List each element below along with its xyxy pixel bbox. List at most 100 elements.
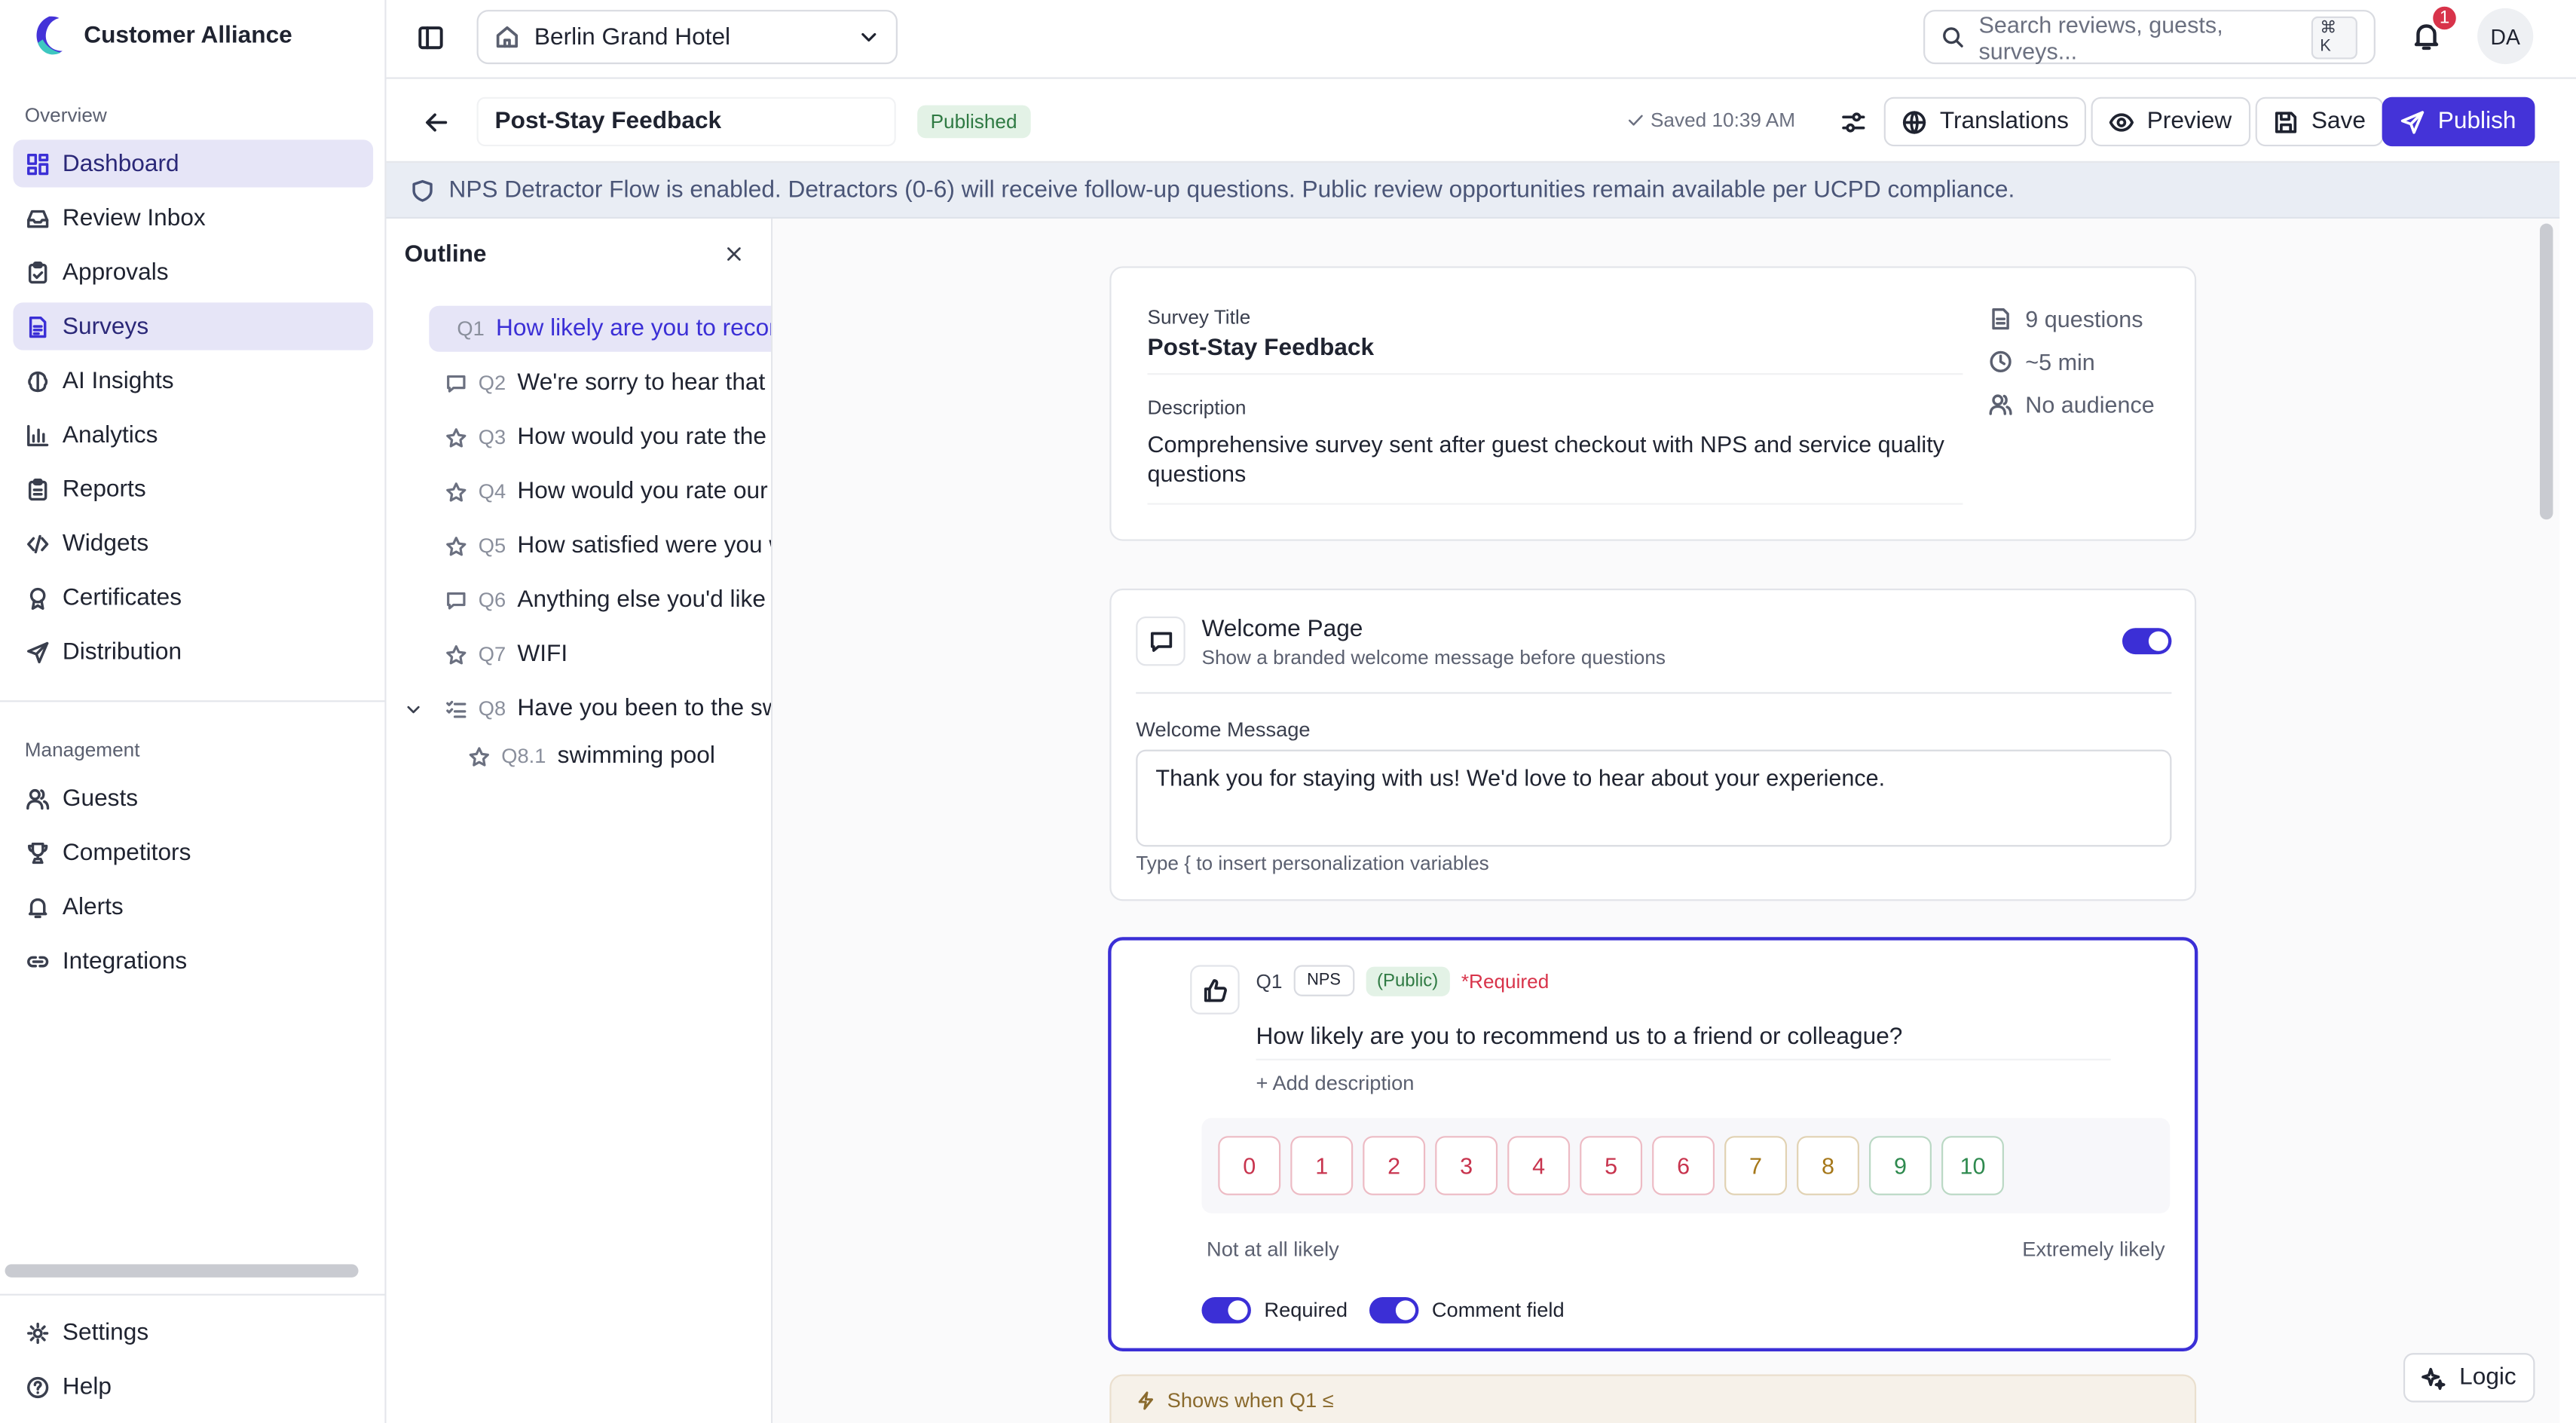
outline-item-text: How likely are you to recommend us to a … — [496, 315, 771, 342]
chevron-down-icon[interactable] — [405, 700, 423, 718]
star-icon — [446, 536, 467, 555]
welcome-message-textarea[interactable]: Thank you for staying with us! We'd love… — [1136, 749, 2172, 847]
outline-item-text: How satisfied were you with breakfast? — [517, 532, 771, 559]
sidebar-item-review-inbox[interactable]: Review Inbox — [13, 194, 373, 241]
sidebar-item-label: Guests — [62, 785, 139, 812]
info-banner: NPS Detractor Flow is enabled. Detractor… — [386, 162, 2560, 219]
nps-option-3[interactable]: 3 — [1435, 1136, 1498, 1195]
comment-field-toggle[interactable] — [1369, 1296, 1419, 1324]
comment-icon — [447, 374, 466, 392]
outline-item-text: We're sorry to hear that - what could we… — [517, 369, 771, 396]
sidebar-item-label: Review Inbox — [62, 204, 206, 231]
sidebar-item-analytics[interactable]: Analytics — [13, 411, 373, 458]
outline-item-text: How would you rate the cleanliness of yo… — [517, 424, 771, 451]
outline-item-q1[interactable]: Q1 How likely are you to recommend us to… — [429, 305, 772, 352]
outline-item-text: Have you been to the swimming pool? — [517, 695, 771, 722]
outline-item-q5[interactable]: Q5 How satisfied were you with breakfast… — [445, 523, 771, 569]
nps-option-10[interactable]: 10 — [1941, 1136, 2004, 1195]
outline-item-q7[interactable]: Q7 WIFI — [445, 632, 568, 678]
survey-title-input[interactable]: Post-Stay Feedback — [476, 96, 896, 147]
preview-button[interactable]: Preview — [2091, 96, 2250, 147]
outline-item-number: Q8.1 — [501, 745, 546, 768]
clipboard-icon — [28, 477, 47, 500]
meta-duration: ~5 min — [1989, 348, 2095, 375]
section-management-title: Management — [24, 738, 140, 761]
welcome-toggle[interactable] — [2122, 628, 2172, 655]
outline-item-q2[interactable]: Q2 We're sorry to hear that - what could… — [445, 360, 771, 406]
translations-button[interactable]: Translations — [1883, 96, 2087, 147]
nps-option-5[interactable]: 5 — [1580, 1136, 1643, 1195]
comment-toggle-row[interactable]: Comment field — [1369, 1296, 1565, 1324]
nps-option-0[interactable]: 0 — [1218, 1136, 1281, 1195]
close-icon[interactable] — [725, 245, 743, 263]
hotel-selector[interactable]: Berlin Grand Hotel — [476, 10, 898, 65]
sidebar-item-guests[interactable]: Guests — [13, 774, 373, 822]
welcome-title: Welcome Page — [1201, 616, 1363, 643]
logic-button[interactable]: Logic — [2403, 1353, 2535, 1403]
sidebar-item-settings[interactable]: Settings — [13, 1308, 373, 1356]
outline-item-q8-1[interactable]: Q8.1 swimming pool — [469, 733, 715, 779]
sidebar-item-widgets[interactable]: Widgets — [13, 519, 373, 567]
outline-item-q4[interactable]: Q4 How would you rate our staff? — [445, 469, 771, 515]
publish-button[interactable]: Publish — [2382, 96, 2535, 147]
bell-icon — [28, 897, 47, 918]
banner-text: NPS Detractor Flow is enabled. Detractor… — [448, 176, 2015, 204]
sidebar-item-distribution[interactable]: Distribution — [13, 628, 373, 675]
star-icon — [469, 746, 489, 766]
sidebar-item-alerts[interactable]: Alerts — [13, 883, 373, 930]
survey-title-field[interactable]: Post-Stay Feedback — [1147, 335, 1963, 375]
divider — [0, 700, 387, 702]
sidebar-horizontal-scrollbar[interactable] — [5, 1264, 359, 1278]
nps-option-8[interactable]: 8 — [1797, 1136, 1859, 1195]
sidebar-item-approvals[interactable]: Approvals — [13, 248, 373, 295]
sidebar-item-help[interactable]: Help — [13, 1363, 373, 1410]
avatar[interactable]: DA — [2477, 8, 2534, 65]
divider — [1136, 692, 2172, 694]
sidebar-item-integrations[interactable]: Integrations — [13, 937, 373, 984]
sidebar-item-certificates[interactable]: Certificates — [13, 574, 373, 621]
sidebar-item-competitors[interactable]: Competitors — [13, 828, 373, 876]
sidebar-item-ai-insights[interactable]: AI Insights — [13, 357, 373, 404]
sidebar-toggle-icon[interactable] — [418, 25, 444, 51]
home-icon — [496, 26, 519, 48]
thumbs-up-icon — [1203, 978, 1226, 1002]
nps-option-6[interactable]: 6 — [1652, 1136, 1715, 1195]
settings-sliders-icon[interactable] — [1841, 110, 1866, 135]
question-card-q1[interactable]: Q1 NPS (Public) *Required How likely are… — [1108, 937, 2198, 1351]
sidebar-item-dashboard[interactable]: Dashboard — [13, 139, 374, 188]
welcome-subtitle: Show a branded welcome message before qu… — [1201, 646, 1666, 669]
nps-option-2[interactable]: 2 — [1363, 1136, 1426, 1195]
outline-item-q6[interactable]: Q6 Anything else you'd like to share? — [445, 577, 771, 623]
main-vertical-scrollbar[interactable] — [2540, 223, 2553, 520]
brand[interactable]: Customer Alliance — [29, 13, 292, 59]
nps-option-7[interactable]: 7 — [1724, 1136, 1788, 1195]
file-text-icon — [1992, 308, 2009, 330]
outline-item-text: Anything else you'd like to share? — [517, 586, 771, 614]
save-status: Saved 10:39 AM — [1627, 109, 1795, 131]
sidebar-item-label: Widgets — [62, 530, 149, 557]
outline-item-q8[interactable]: Q8 Have you been to the swimming pool? — [445, 686, 771, 732]
nps-option-1[interactable]: 1 — [1290, 1136, 1354, 1195]
logic-label: Logic — [2459, 1364, 2516, 1391]
save-button[interactable]: Save — [2255, 96, 2384, 147]
nps-option-9[interactable]: 9 — [1869, 1136, 1932, 1195]
sparkles-icon — [2422, 1366, 2446, 1390]
required-toggle-row[interactable]: Required — [1201, 1296, 1348, 1324]
sidebar-item-reports[interactable]: Reports — [13, 465, 373, 513]
question-text-field[interactable]: How likely are you to recommend us to a … — [1256, 1014, 2111, 1060]
required-toggle[interactable] — [1201, 1296, 1251, 1324]
sidebar-item-label: Reports — [62, 476, 146, 503]
outline-item-q3[interactable]: Q3 How would you rate the cleanliness of… — [445, 415, 771, 461]
back-arrow-icon[interactable] — [424, 110, 449, 135]
add-description-link[interactable]: + Add description — [1256, 1072, 1414, 1095]
outline-item-number: Q5 — [478, 534, 506, 558]
clock-icon — [1990, 350, 2012, 372]
search-input[interactable]: Search reviews, guests, surveys... ⌘ K — [1923, 10, 2376, 65]
outline-item-number: Q4 — [478, 479, 506, 503]
eye-icon — [2109, 112, 2134, 131]
nps-option-4[interactable]: 4 — [1507, 1136, 1571, 1195]
sidebar-item-surveys[interactable]: Surveys — [13, 302, 374, 350]
notification-badge: 1 — [2429, 3, 2460, 33]
description-field[interactable]: Comprehensive survey sent after guest ch… — [1147, 429, 1963, 505]
condition-card[interactable]: Shows when Q1 ≤ — [1109, 1374, 2197, 1423]
